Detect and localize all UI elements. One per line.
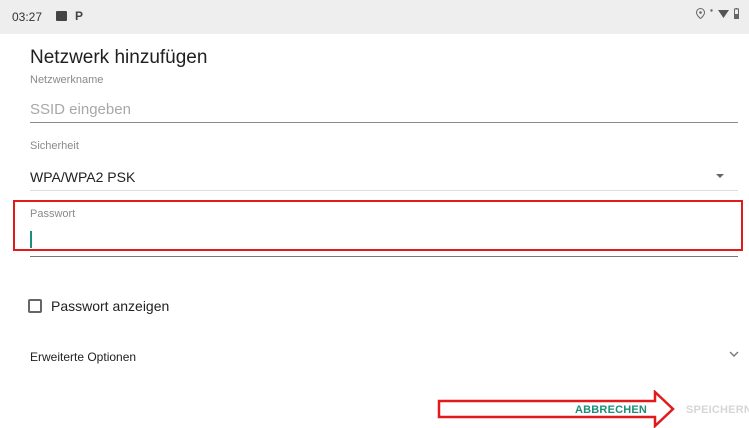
status-bar: 03:27 P	[0, 0, 749, 34]
wifi-icon	[718, 9, 729, 18]
ssid-input[interactable]	[30, 96, 738, 123]
battery-icon	[734, 8, 739, 19]
image-icon	[56, 11, 67, 21]
dialog-title: Netzwerk hinzufügen	[30, 47, 208, 68]
security-label: Sicherheit	[30, 140, 79, 152]
status-icons-right	[696, 8, 739, 19]
security-value: WPA/WPA2 PSK	[30, 169, 136, 185]
advanced-options-row[interactable]: Erweiterte Optionen	[30, 348, 742, 368]
show-password-row[interactable]: Passwort anzeigen	[28, 298, 169, 314]
password-label: Passwort	[30, 208, 76, 220]
save-button[interactable]: SPEICHERN	[686, 404, 749, 416]
network-name-label: Netzwerkname	[30, 74, 104, 86]
show-password-label: Passwort anzeigen	[51, 298, 170, 314]
cancel-button[interactable]: ABBRECHEN	[575, 404, 647, 416]
status-icons-left: P	[56, 10, 83, 22]
dot-icon	[710, 9, 713, 12]
password-input[interactable]	[30, 228, 738, 257]
parking-icon: P	[75, 9, 84, 23]
show-password-checkbox[interactable]	[28, 299, 42, 313]
dropdown-arrow-icon	[716, 174, 724, 178]
security-dropdown[interactable]: WPA/WPA2 PSK	[30, 160, 738, 191]
chevron-down-icon	[729, 351, 739, 357]
advanced-options-label: Erweiterte Optionen	[30, 350, 137, 364]
text-cursor	[30, 231, 32, 248]
location-icon	[696, 8, 705, 19]
status-time: 03:27	[12, 10, 43, 24]
